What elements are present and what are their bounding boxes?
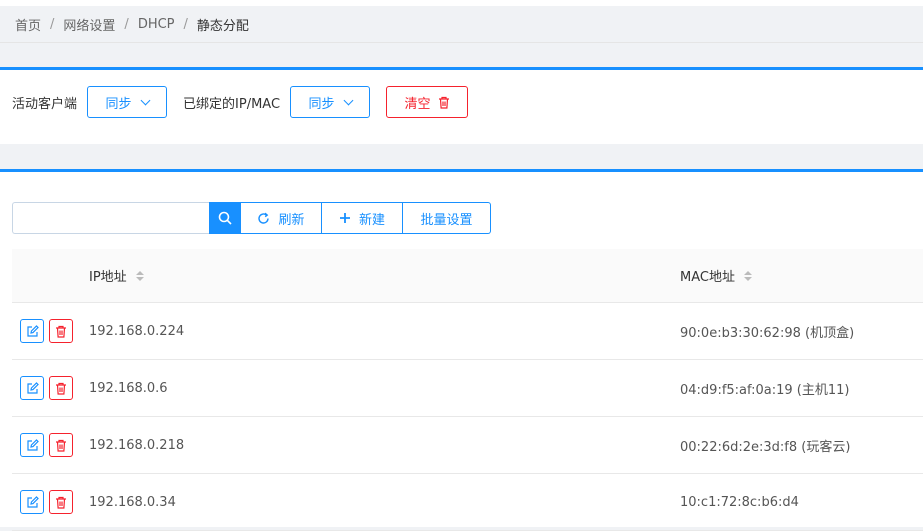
batch-settings-label: 批量设置 [420,212,473,228]
refresh-label: 刷新 [278,212,305,228]
chevron-down-icon [140,95,150,105]
trash-icon [438,96,450,109]
refresh-icon [257,212,270,225]
ip-cell: 192.168.0.218 [89,437,185,453]
clear-label: 清空 [404,96,431,112]
new-label: 新建 [358,212,385,228]
delete-button[interactable] [49,376,73,400]
new-button[interactable]: 新建 [322,202,403,234]
batch-settings-button[interactable]: 批量设置 [403,202,491,234]
sort-icon [135,270,144,281]
search-button[interactable] [209,202,241,234]
mac-cell: 90:0e:b3:30:62:98 (机顶盒) [680,325,855,341]
breadcrumb: 首页 / 网络设置 / DHCP / 静态分配 [0,6,923,43]
table-header: IP地址 MAC地址 [12,249,923,303]
chevron-down-icon [343,95,353,105]
breadcrumb-separator: / [50,16,55,32]
column-header-ip-label: IP地址 [89,270,127,285]
breadcrumb-dhcp[interactable]: DHCP [138,17,175,32]
search-input[interactable] [12,202,209,234]
delete-button[interactable] [49,490,73,514]
table-row: 192.168.0.218 00:22:6d:2e:3d:f8 (玩客云) [12,417,923,474]
sync-panel: 活动客户端 同步 已绑定的IP/MAC 同步 清空 [0,67,923,144]
edit-icon [26,438,39,452]
delete-button[interactable] [49,319,73,343]
plus-icon [339,212,351,224]
search-icon [218,211,232,225]
mac-cell: 00:22:6d:2e:3d:f8 (玩客云) [680,439,851,455]
bound-ip-mac-label: 已绑定的IP/MAC [183,96,281,112]
trash-icon [55,496,67,509]
ip-cell: 192.168.0.6 [89,380,168,396]
refresh-button[interactable]: 刷新 [241,202,322,234]
table-row: 192.168.0.34 10:c1:72:8c:b6:d4 [12,474,923,531]
column-header-mac-label: MAC地址 [680,270,735,285]
clear-button[interactable]: 清空 [386,86,469,118]
bound-sync-dropdown[interactable]: 同步 [290,86,371,118]
edit-icon [26,381,39,395]
edit-button[interactable] [20,319,44,343]
breadcrumb-separator: / [183,16,188,32]
ip-cell: 192.168.0.34 [89,494,176,510]
toolbar: 刷新 新建 批量设置 [12,202,491,234]
column-header-mac[interactable]: MAC地址 [680,249,752,302]
trash-icon [55,439,67,452]
column-header-ip[interactable]: IP地址 [89,249,144,302]
breadcrumb-separator: / [124,16,129,32]
edit-button[interactable] [20,433,44,457]
delete-button[interactable] [49,433,73,457]
breadcrumb-network[interactable]: 网络设置 [63,15,115,34]
edit-button[interactable] [20,490,44,514]
ip-cell: 192.168.0.224 [89,323,185,339]
active-clients-sync-dropdown[interactable]: 同步 [87,86,168,118]
active-clients-label: 活动客户端 [12,96,78,112]
table-row: 192.168.0.224 90:0e:b3:30:62:98 (机顶盒) [12,303,923,360]
edit-button[interactable] [20,376,44,400]
breadcrumb-current: 静态分配 [196,18,249,34]
static-allocation-table: IP地址 MAC地址 192.168.0.224 90:0e:b3:30:62:… [12,249,923,531]
active-clients-sync-label: 同步 [105,96,132,112]
breadcrumb-home[interactable]: 首页 [15,15,41,34]
bound-sync-label: 同步 [308,96,335,112]
sync-row: 活动客户端 同步 已绑定的IP/MAC 同步 清空 [12,86,469,118]
trash-icon [55,325,67,338]
sort-icon [743,270,752,281]
edit-icon [26,495,39,509]
edit-icon [26,324,39,338]
static-allocation-panel: 刷新 新建 批量设置 IP地址 MAC地址 192.168.0.224 90:0… [0,169,923,531]
mac-cell: 04:d9:f5:af:0a:19 (主机11) [680,382,850,398]
mac-cell: 10:c1:72:8c:b6:d4 [680,494,799,510]
trash-icon [55,382,67,395]
table-row: 192.168.0.6 04:d9:f5:af:0a:19 (主机11) [12,360,923,417]
